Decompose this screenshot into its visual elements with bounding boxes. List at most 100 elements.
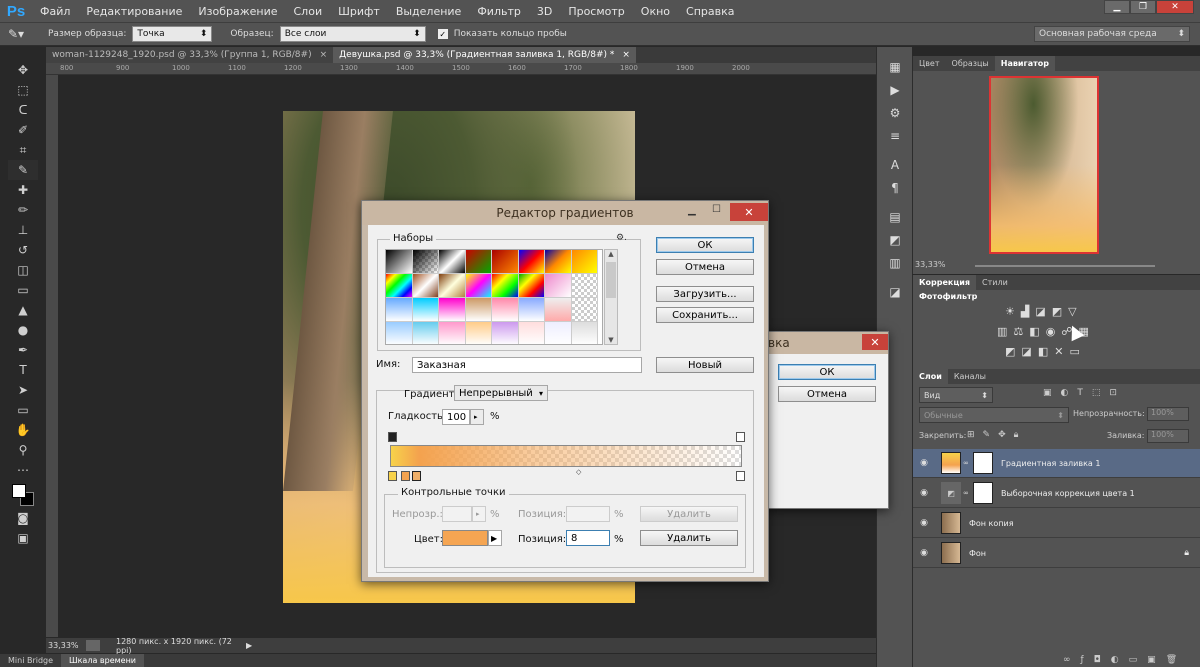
shape-filter-icon[interactable]: ⬚ — [1092, 388, 1101, 398]
status-icon[interactable] — [86, 640, 100, 651]
eye-icon[interactable]: ◉ — [913, 458, 935, 468]
opacity-stop-left[interactable] — [388, 432, 397, 442]
color-stop-selected[interactable] — [412, 471, 421, 481]
brush-presets-icon[interactable]: ≡ — [877, 124, 913, 147]
gradient-preset-swatch[interactable] — [439, 298, 466, 322]
menu-item[interactable]: Шрифт — [330, 5, 388, 18]
delete-color-stop-button[interactable]: Удалить — [640, 530, 738, 546]
gradient-map-icon[interactable]: ▭ — [1069, 345, 1079, 358]
paths-icon[interactable]: ◪ — [877, 280, 913, 303]
color-stop[interactable] — [401, 471, 410, 481]
gradient-preset-swatch[interactable] — [465, 322, 492, 344]
close-icon[interactable]: ✕ — [862, 334, 888, 350]
position-input[interactable]: 8 — [566, 530, 610, 546]
opacity-stop-right[interactable] — [736, 432, 745, 442]
photo-filter-icon[interactable]: ◉ — [1046, 325, 1056, 338]
hue-saturation-icon[interactable]: ▥ — [997, 325, 1007, 338]
sample-select[interactable]: Все слои ⬍ — [279, 26, 426, 42]
tab-adjustments[interactable]: Коррекция — [913, 275, 977, 290]
pixel-filter-icon[interactable]: ▣ — [1043, 388, 1052, 398]
zoom-tool-icon[interactable]: ⚲ — [8, 440, 38, 460]
minimize-icon[interactable]: ▁ — [1104, 0, 1130, 14]
layer-row[interactable]: ◉ Фон 🔒︎ — [913, 539, 1200, 568]
dodge-tool-icon[interactable]: ● — [8, 320, 38, 340]
opacity-stepper-icon[interactable]: ▸ — [472, 506, 486, 522]
new-button[interactable]: Новый — [656, 357, 754, 373]
close-icon[interactable]: ✕ — [730, 203, 768, 221]
cancel-button[interactable]: Отмена — [778, 386, 876, 402]
curves-icon[interactable]: ◪ — [1035, 305, 1045, 318]
tab-timeline[interactable]: Шкала времени — [61, 654, 144, 667]
color-stop-right[interactable] — [736, 471, 745, 481]
menu-item[interactable]: 3D — [529, 5, 560, 18]
gradient-preset-swatch[interactable] — [386, 274, 413, 298]
brush-tool-icon[interactable]: ✏ — [8, 200, 38, 220]
quick-mask-icon[interactable]: ◙ — [8, 508, 38, 528]
histogram-icon[interactable]: ▥ — [877, 251, 913, 274]
info-icon[interactable]: ▤ — [877, 205, 913, 228]
adjustment-filter-icon[interactable]: ◐ — [1061, 388, 1069, 398]
gradient-preset-swatch[interactable] — [518, 322, 545, 344]
save-button[interactable]: Сохранить... — [656, 307, 754, 323]
gradient-preset-swatch[interactable] — [412, 298, 439, 322]
selective-color-icon[interactable]: ✕ — [1054, 345, 1063, 358]
lock-transparent-icon[interactable]: ⊞ — [967, 430, 975, 440]
menu-item[interactable]: Окно — [633, 5, 678, 18]
new-group-icon[interactable]: ▭ — [1129, 655, 1138, 665]
midpoint-diamond-icon[interactable]: ◇ — [576, 468, 581, 476]
presets-menu-icon[interactable]: ⚙. — [616, 233, 627, 243]
load-button[interactable]: Загрузить... — [656, 286, 754, 302]
move-tool-icon[interactable]: ✥ — [8, 60, 38, 80]
smart-filter-icon[interactable]: ⊡ — [1109, 388, 1117, 398]
navigator-zoom-slider[interactable] — [975, 265, 1155, 267]
menu-item[interactable]: Файл — [32, 5, 78, 18]
gradient-preset-swatch[interactable] — [412, 322, 439, 344]
opacity-input[interactable]: 100% — [1147, 407, 1189, 421]
levels-icon[interactable]: ▟ — [1021, 305, 1029, 318]
show-ring-checkbox[interactable]: ✓ — [437, 29, 448, 39]
close-tab-icon[interactable]: × — [622, 50, 630, 60]
eyedropper-tool-icon[interactable]: ✎ — [8, 160, 38, 180]
gradient-preset-swatch[interactable] — [386, 322, 413, 344]
tab-mini-bridge[interactable]: Mini Bridge — [0, 654, 61, 667]
crop-tool-icon[interactable]: ⌗ — [8, 140, 38, 160]
tab-swatches[interactable]: Образцы — [946, 56, 995, 71]
scroll-down-icon[interactable]: ▼ — [608, 336, 613, 344]
cancel-button[interactable]: Отмена — [656, 259, 754, 275]
gradient-preset-swatch[interactable] — [545, 274, 572, 298]
gradient-preset-swatch[interactable] — [465, 298, 492, 322]
type-tool-icon[interactable]: T — [8, 360, 38, 380]
navigator-thumbnail[interactable] — [989, 76, 1099, 254]
delete-opacity-stop-button[interactable]: Удалить — [640, 506, 738, 522]
stop-color-swatch[interactable] — [442, 530, 488, 546]
gradient-preset-swatch[interactable] — [465, 274, 492, 298]
fill-input[interactable]: 100% — [1147, 429, 1189, 443]
gradient-preset-swatch[interactable] — [545, 298, 572, 322]
zoom-readout[interactable]: 33,33% — [46, 641, 86, 650]
gradient-type-select[interactable]: Непрерывный ▾ — [454, 385, 548, 401]
black-white-icon[interactable]: ◧ — [1029, 325, 1039, 338]
shape-tool-icon[interactable]: ▭ — [8, 400, 38, 420]
menu-item[interactable]: Просмотр — [560, 5, 632, 18]
gradient-preset-swatch[interactable] — [518, 250, 545, 274]
layer-row[interactable]: ◉ ◩ ∞ Выборочная коррекция цвета 1 — [913, 479, 1200, 508]
actions-icon[interactable]: ▶ — [877, 78, 913, 101]
gradient-preset-swatch[interactable] — [439, 274, 466, 298]
lasso-tool-icon[interactable]: ᑕ — [8, 100, 38, 120]
posterize-icon[interactable]: ◪ — [1021, 345, 1031, 358]
eye-icon[interactable]: ◉ — [913, 518, 935, 528]
gradient-preset-swatch[interactable] — [492, 298, 519, 322]
new-adjustment-icon[interactable]: ◐ — [1111, 655, 1119, 665]
gradient-preset-swatch[interactable] — [545, 322, 572, 344]
fx-icon[interactable]: ƒ — [1081, 655, 1084, 665]
restore-icon[interactable]: ❐ — [1130, 0, 1156, 14]
properties-icon[interactable]: ◩ — [877, 228, 913, 251]
menu-item[interactable]: Редактирование — [78, 5, 190, 18]
path-select-icon[interactable]: ➤ — [8, 380, 38, 400]
menu-item[interactable]: Изображение — [190, 5, 285, 18]
more-tools-icon[interactable]: ⋯ — [8, 460, 38, 480]
color-menu-icon[interactable]: ▶ — [488, 530, 502, 546]
name-input[interactable]: Заказная — [412, 357, 642, 373]
tab-channels[interactable]: Каналы — [948, 369, 992, 384]
gradient-tool-icon[interactable]: ▭ — [8, 280, 38, 300]
